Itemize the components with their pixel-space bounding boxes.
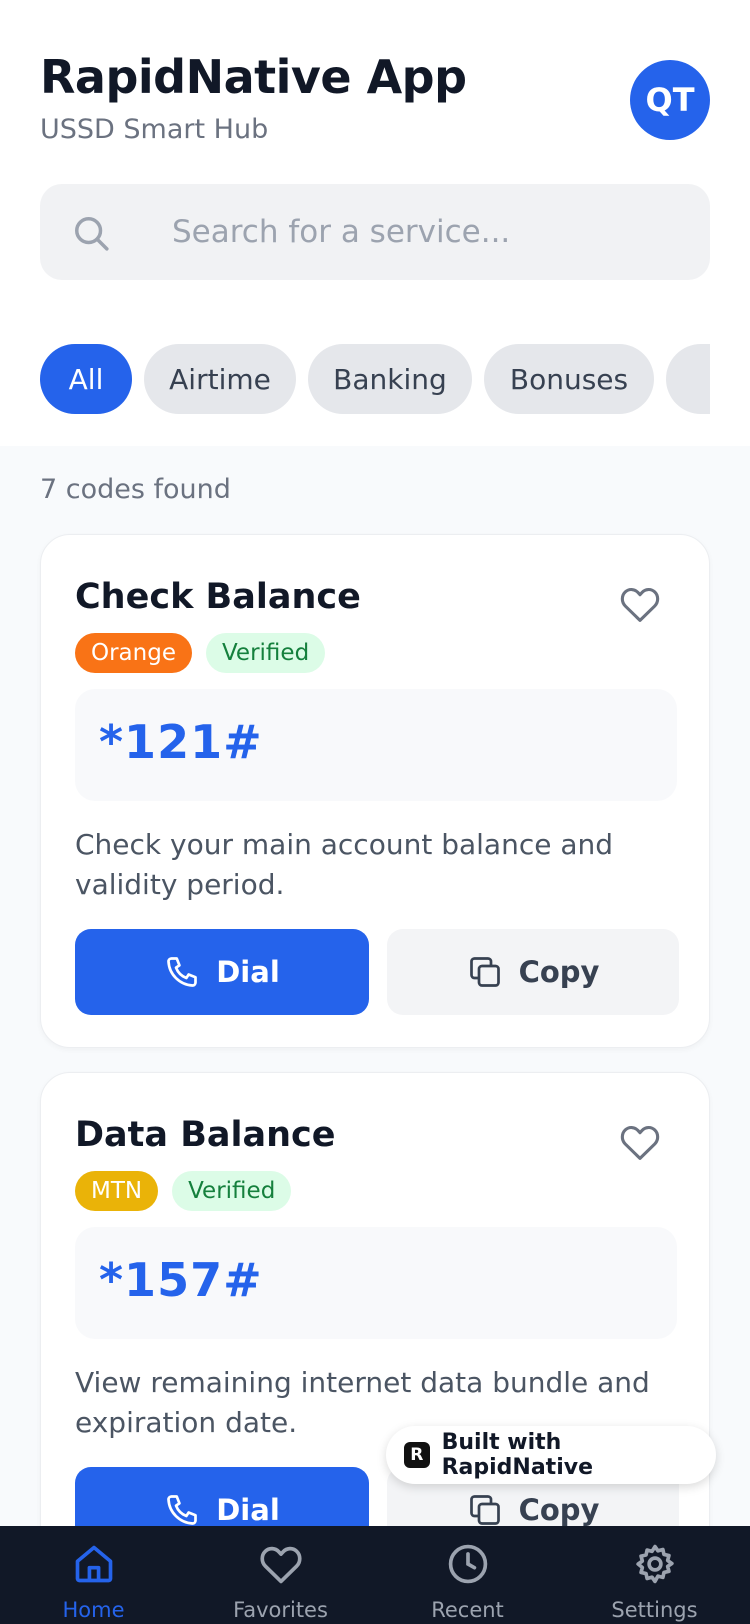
code-box: *157# <box>75 1227 677 1339</box>
verified-tag: Verified <box>172 1171 292 1211</box>
tag-list: Orange Verified <box>75 633 339 673</box>
provider-tag: MTN <box>75 1171 159 1211</box>
filter-chip-airtime[interactable]: Airtime <box>144 344 296 414</box>
tab-home[interactable]: Home <box>0 1526 187 1624</box>
avatar[interactable]: QT <box>630 60 710 140</box>
filter-chip-bonuses[interactable]: Bonuses <box>484 344 654 414</box>
tab-recent[interactable]: Recent <box>374 1526 561 1624</box>
dial-button[interactable]: Dial <box>75 929 369 1015</box>
tag-list: MTN Verified <box>75 1171 305 1211</box>
card-description: Check your main account balance and vali… <box>75 828 614 901</box>
copy-button[interactable]: Copy <box>387 929 679 1015</box>
header-section: RapidNative App USSD Smart Hub QT AllAir… <box>0 0 750 446</box>
copy-icon <box>469 1495 500 1525</box>
filter-chip-banking[interactable]: Banking <box>308 344 472 414</box>
search-input[interactable] <box>172 206 682 258</box>
tab-recent-label: Recent <box>431 1598 504 1622</box>
verified-tag: Verified <box>205 633 326 673</box>
provider-tag: Orange <box>75 633 192 673</box>
phone-icon <box>167 957 198 987</box>
rapidnative-logo-icon: R <box>404 1442 430 1468</box>
gear-icon <box>636 1544 674 1584</box>
filter-chips: All Airtime Banking Bonuses <box>40 344 710 414</box>
search-bar[interactable] <box>40 184 710 280</box>
app-title: RapidNative App <box>40 50 467 104</box>
filter-chip-all[interactable]: All <box>40 344 132 414</box>
phone-icon <box>167 1495 198 1525</box>
card-title: Data Balance <box>75 1115 336 1155</box>
ussd-card: Check Balance Orange Verified *121# Check… <box>40 534 710 1048</box>
badge-label: Built with RapidNative <box>441 1430 593 1480</box>
tab-settings[interactable]: Settings <box>561 1526 748 1624</box>
heart-icon[interactable] <box>619 1123 661 1161</box>
copy-icon <box>469 957 500 987</box>
app-subtitle: USSD Smart Hub <box>40 114 269 145</box>
home-icon <box>75 1545 113 1583</box>
ussd-code: *121# <box>99 715 263 769</box>
code-box: *121# <box>75 689 677 801</box>
copy-button-label: Copy <box>518 1493 600 1527</box>
dial-button-label: Dial <box>216 1493 280 1527</box>
heart-icon[interactable] <box>619 585 661 623</box>
card-title: Check Balance <box>75 577 361 617</box>
results-count: 7 codes found <box>40 474 231 505</box>
search-icon <box>75 217 109 251</box>
tab-favorites[interactable]: Favorites <box>187 1526 374 1624</box>
copy-button-label: Copy <box>518 955 600 989</box>
ussd-code: *157# <box>99 1253 263 1307</box>
filter-chip-more[interactable] <box>666 344 710 414</box>
dial-button-label: Dial <box>216 955 280 989</box>
tab-home-label: Home <box>62 1598 125 1622</box>
clock-icon <box>448 1544 488 1584</box>
tab-settings-label: Settings <box>611 1598 698 1622</box>
built-with-badge[interactable]: R Built with RapidNative <box>386 1426 716 1484</box>
tab-favorites-label: Favorites <box>233 1598 328 1622</box>
heart-icon <box>260 1546 302 1584</box>
bottom-tab-bar: Home Favorites Recent Settings <box>0 1526 750 1624</box>
